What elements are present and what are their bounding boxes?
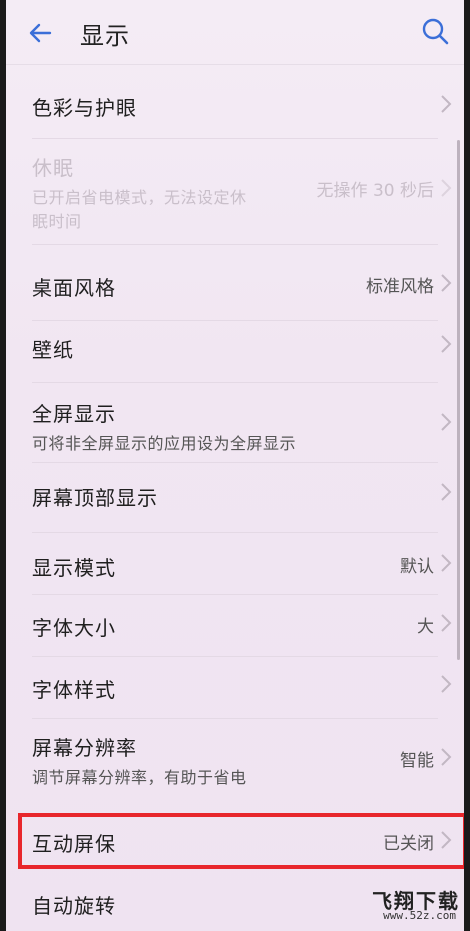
setting-label: 屏幕分辨率 (32, 736, 137, 760)
watermark: 飞翔下载 www.52z.com (360, 885, 460, 925)
chevron-right-icon (441, 95, 452, 113)
setting-label: 壁纸 (32, 338, 74, 362)
back-arrow-icon[interactable] (26, 18, 56, 48)
setting-row-display-mode[interactable]: 显示模式 默认 (6, 532, 464, 594)
highlight-box (18, 813, 464, 869)
setting-description-line2: 眠时间 (32, 212, 82, 231)
setting-label: 休眠 (32, 156, 74, 180)
setting-row-desktop-style[interactable]: 桌面风格 标准风格 (6, 248, 464, 320)
setting-label: 桌面风格 (32, 276, 116, 300)
setting-label: 字体大小 (32, 616, 116, 640)
header-divider (6, 64, 464, 65)
chevron-right-icon (441, 675, 452, 693)
setting-description: 已开启省电模式，无法设定休 (32, 188, 247, 207)
setting-row-wallpaper[interactable]: 壁纸 (6, 320, 464, 382)
search-icon[interactable] (420, 16, 450, 46)
chevron-right-icon (441, 483, 452, 501)
setting-row-resolution[interactable]: 屏幕分辨率 调节屏幕分辨率，有助于省电 智能 (6, 718, 464, 812)
setting-description: 可将非全屏显示的应用设为全屏显示 (32, 434, 297, 453)
setting-row-color[interactable]: 色彩与护眼 (6, 70, 464, 138)
setting-value: 智能 (400, 751, 434, 771)
scrollbar[interactable] (457, 140, 460, 660)
setting-value: 大 (417, 617, 434, 637)
setting-description: 调节屏幕分辨率，有助于省电 (32, 768, 247, 787)
setting-label: 全屏显示 (32, 402, 116, 426)
setting-row-fullscreen[interactable]: 全屏显示 可将非全屏显示的应用设为全屏显示 (6, 382, 464, 460)
setting-label: 显示模式 (32, 556, 116, 580)
setting-value: 标准风格 (366, 277, 434, 297)
watermark-url: www.52z.com (383, 909, 456, 922)
setting-row-font-style[interactable]: 字体样式 (6, 656, 464, 716)
chevron-right-icon (441, 614, 452, 632)
header: 显示 (6, 0, 464, 64)
setting-row-font-size[interactable]: 字体大小 大 (6, 594, 464, 656)
chevron-right-icon (441, 335, 452, 353)
setting-label: 字体样式 (32, 678, 116, 702)
setting-value: 默认 (400, 557, 434, 577)
setting-value: 无操作 30 秒后 (316, 181, 434, 201)
settings-screen: 显示 色彩与护眼 休眠 已开启省电模式，无法设定休 眠时间 无操作 30 秒后 … (6, 0, 464, 931)
divider (32, 244, 438, 245)
setting-label: 色彩与护眼 (32, 96, 137, 120)
divider (32, 138, 438, 139)
chevron-right-icon (441, 554, 452, 572)
setting-label: 自动旋转 (32, 894, 116, 918)
page-title: 显示 (80, 22, 130, 50)
chevron-right-icon (441, 748, 452, 766)
chevron-right-icon (441, 413, 452, 431)
setting-row-sleep[interactable]: 休眠 已开启省电模式，无法设定休 眠时间 无操作 30 秒后 (6, 140, 464, 240)
setting-row-notch[interactable]: 屏幕顶部显示 (6, 462, 464, 528)
chevron-right-icon (441, 179, 452, 197)
setting-label: 屏幕顶部显示 (32, 486, 158, 510)
chevron-right-icon (441, 274, 452, 292)
